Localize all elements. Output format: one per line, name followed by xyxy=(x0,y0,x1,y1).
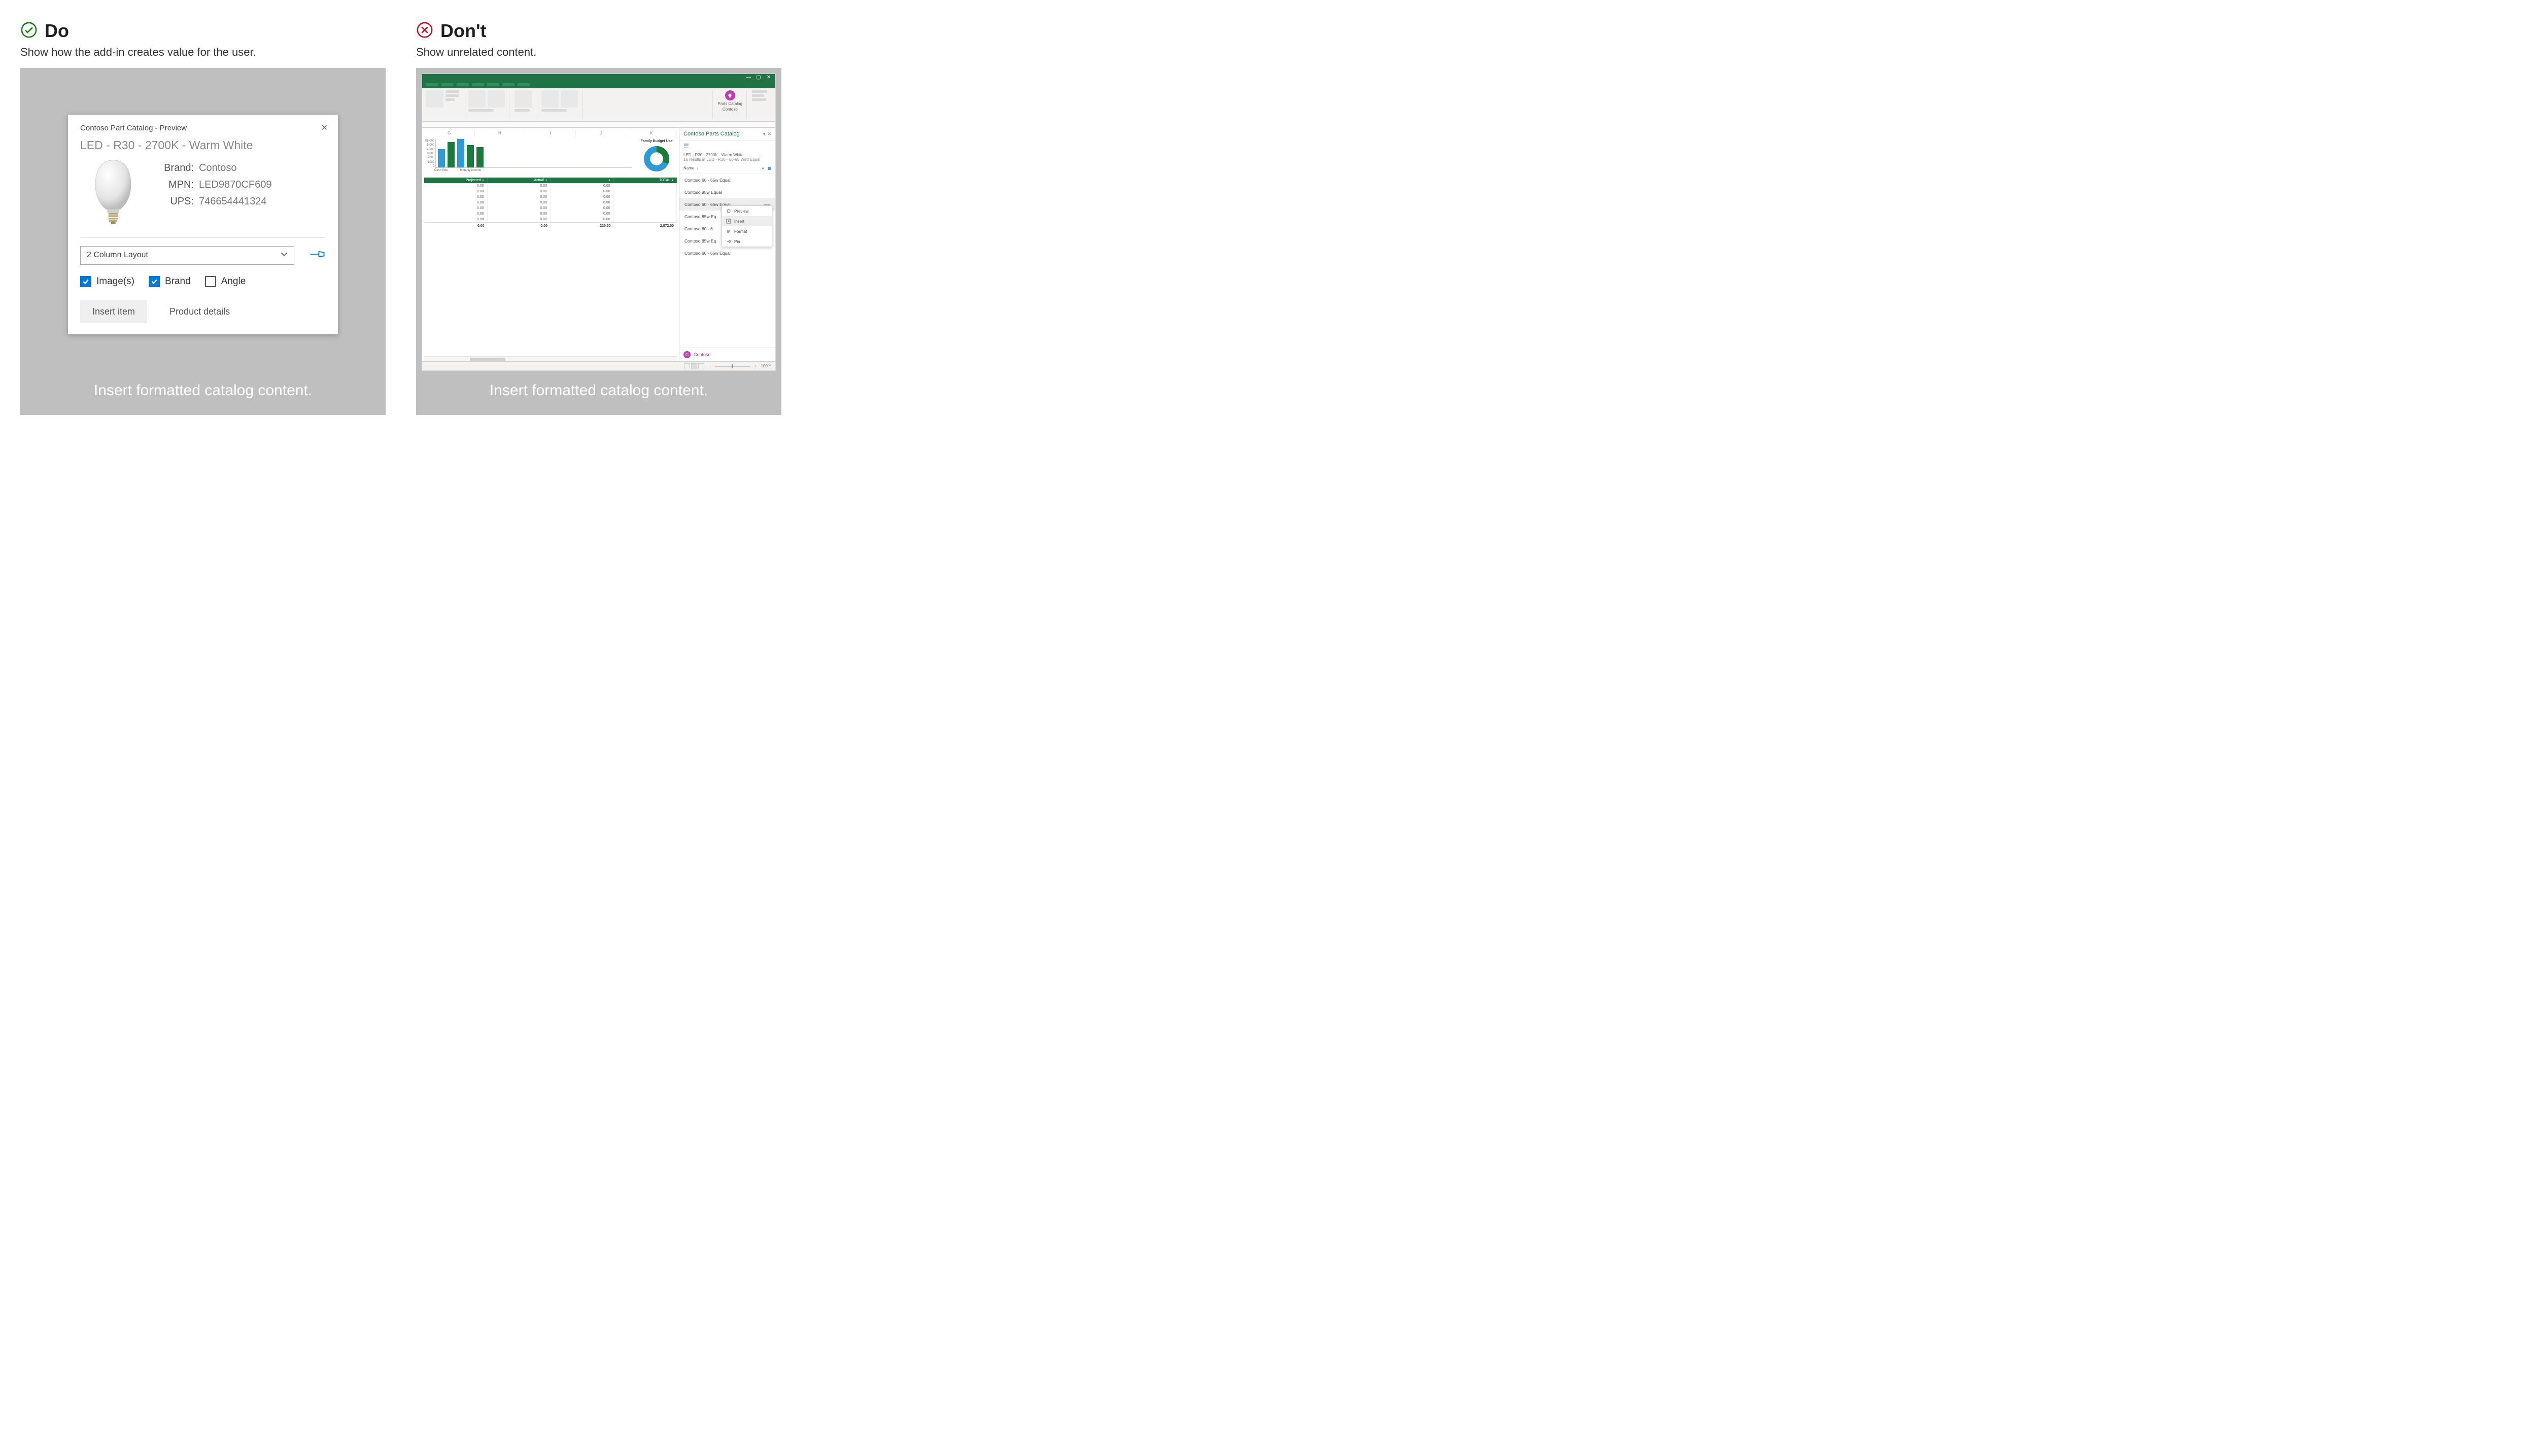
hamburger-icon[interactable]: ☰ xyxy=(679,141,775,152)
donut-chart: Family Budget Use xyxy=(637,140,676,174)
menu-pin[interactable]: Pin xyxy=(722,236,772,247)
breadcrumb[interactable]: LED - R30 - 2700K - Warm White xyxy=(683,153,771,157)
addin-ribbon-button[interactable]: Parts Catalog Contoso xyxy=(718,90,747,119)
checkbox-images[interactable]: Image(s) xyxy=(80,276,134,287)
status-bar: − + 100% xyxy=(422,361,775,370)
list-view-icon[interactable]: ≡ xyxy=(762,166,765,170)
result-count: 16 results in LED - R30 - 60-65 Watt Equ… xyxy=(683,157,771,162)
check-circle-icon xyxy=(20,21,38,41)
chevron-down-icon xyxy=(281,251,288,260)
x-circle-icon xyxy=(416,21,433,41)
chevron-down-icon[interactable]: ▾ xyxy=(763,131,766,137)
bulb-icon xyxy=(725,90,735,100)
avatar: C xyxy=(683,351,691,358)
do-column: Do Show how the add-in creates value for… xyxy=(20,20,386,415)
dialog-title: Contoso Part Catalog - Preview xyxy=(80,124,326,132)
do-title: Do xyxy=(45,20,69,42)
insert-item-button[interactable]: Insert item xyxy=(80,300,147,323)
zoom-level: 100% xyxy=(761,364,771,368)
product-details-button[interactable]: Product details xyxy=(166,300,242,323)
ribbon-tabs[interactable] xyxy=(422,81,775,88)
dont-column: Don't Show unrelated content. — ▢ ✕ xyxy=(416,20,781,415)
preview-dialog: Contoso Part Catalog - Preview ✕ LED - R… xyxy=(68,115,338,334)
pin-icon[interactable] xyxy=(308,247,326,264)
results-list: Contoso 60 - 65w EqualContoso 85w EqualC… xyxy=(679,174,775,348)
bar-chart: $6,0005,0004,0003,000200010000 Cash flow… xyxy=(425,140,632,174)
list-item[interactable]: Contoso 60 - 65w Equal xyxy=(679,174,775,186)
checkbox-angle[interactable]: Angle xyxy=(205,276,246,287)
context-menu: Preview Insert Format Pin xyxy=(722,205,772,247)
taskpane-title: Contoso Parts Catalog xyxy=(683,131,740,137)
product-image xyxy=(80,157,146,228)
do-caption: Insert formatted catalog content. xyxy=(21,371,385,414)
close-icon[interactable]: ✕ xyxy=(766,75,771,80)
formula-bar[interactable] xyxy=(422,122,775,128)
grid-view-icon[interactable]: ▦ xyxy=(767,166,771,170)
window-titlebar: — ▢ ✕ xyxy=(422,74,775,81)
task-pane: Contoso Parts Catalog ▾✕ ☰ LED - R30 - 2… xyxy=(679,128,775,361)
excel-window: — ▢ ✕ Parts xyxy=(422,74,776,371)
view-buttons[interactable] xyxy=(684,363,704,369)
data-table: ProjectedActualTOTAL 0.000.000.000.000.0… xyxy=(424,178,677,356)
product-meta: Brand:Contoso MPN:LED9870CF609 UPS:74665… xyxy=(158,157,326,228)
minimize-icon[interactable]: — xyxy=(746,75,751,80)
list-item[interactable]: Contoso 85w Equal xyxy=(679,186,775,198)
maximize-icon[interactable]: ▢ xyxy=(756,75,761,80)
do-subtitle: Show how the add-in creates value for th… xyxy=(20,46,386,59)
menu-preview[interactable]: Preview xyxy=(722,206,772,216)
ribbon: Parts Catalog Contoso xyxy=(422,88,775,122)
dont-subtitle: Show unrelated content. xyxy=(416,46,781,59)
product-name: LED - R30 - 2700K - Warm White xyxy=(80,138,326,152)
dont-caption: Insert formatted catalog content. xyxy=(417,371,781,414)
column-headers: GHIJK xyxy=(424,130,677,136)
dont-title: Don't xyxy=(440,20,487,42)
checkmark-icon xyxy=(80,276,91,287)
checkmark-icon xyxy=(149,276,160,287)
horizontal-scrollbar[interactable] xyxy=(424,356,677,361)
taskpane-footer: C Contoso xyxy=(679,348,775,361)
checkbox-brand[interactable]: Brand xyxy=(149,276,191,287)
close-icon[interactable]: ✕ xyxy=(321,123,328,133)
do-panel: Contoso Part Catalog - Preview ✕ LED - R… xyxy=(20,68,386,415)
menu-insert[interactable]: Insert xyxy=(722,216,772,226)
menu-format[interactable]: Format xyxy=(722,226,772,236)
zoom-slider[interactable] xyxy=(715,366,750,367)
layout-select[interactable]: 2 Column Layout xyxy=(80,246,294,265)
worksheet[interactable]: GHIJK $6,0005,0004,0003,000200010000 xyxy=(422,128,679,361)
dont-panel: — ▢ ✕ Parts xyxy=(416,68,781,415)
list-item[interactable]: Contoso 60 - 65w Equal xyxy=(679,247,775,259)
close-icon[interactable]: ✕ xyxy=(767,131,771,137)
